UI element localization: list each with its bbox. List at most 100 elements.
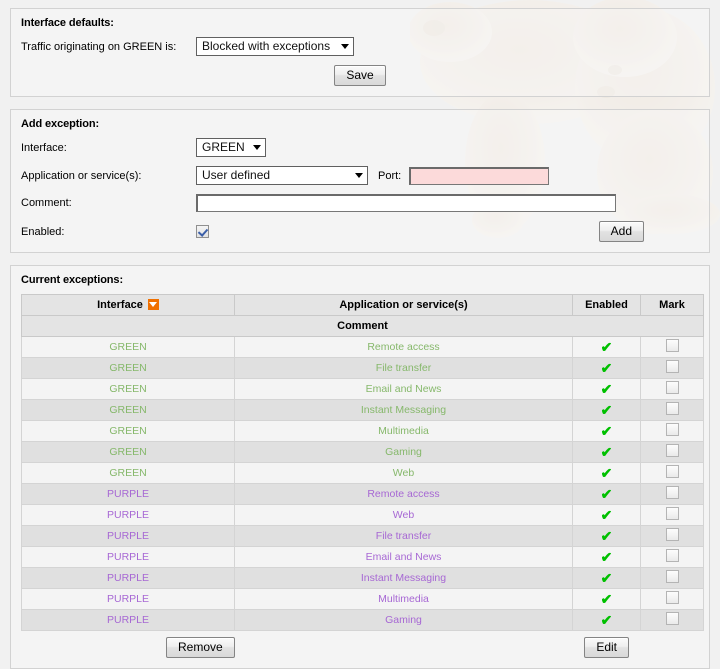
interface-value: GREEN [109, 383, 146, 395]
interface-select[interactable]: GREEN [196, 138, 266, 157]
cell-mark[interactable] [641, 463, 704, 484]
comment-input[interactable] [196, 194, 616, 212]
remove-button[interactable]: Remove [166, 637, 235, 658]
cell-mark[interactable] [641, 484, 704, 505]
cell-enabled[interactable]: ✔ [573, 358, 641, 379]
table-row[interactable]: GREEN Email and News ✔ [22, 379, 704, 400]
table-row[interactable]: PURPLEWeb✔ [22, 505, 704, 526]
interface-value: GREEN [109, 341, 146, 353]
cell-mark[interactable] [641, 358, 704, 379]
cell-enabled[interactable]: ✔ [573, 526, 641, 547]
mark-checkbox[interactable] [666, 549, 679, 562]
cell-mark[interactable] [641, 400, 704, 421]
table-row[interactable]: GREENInstant Messaging✔ [22, 400, 704, 421]
check-icon: ✔ [601, 340, 613, 354]
column-header-application[interactable]: Application or service(s) [235, 295, 573, 316]
mark-checkbox[interactable] [666, 570, 679, 583]
cell-application: Web [235, 505, 573, 526]
current-exceptions-panel: Current exceptions: Interface Applicatio… [10, 265, 710, 669]
table-row[interactable]: GREEN Web ✔ [22, 463, 704, 484]
cell-interface: PURPLE [22, 547, 235, 568]
table-row[interactable]: GREEN Remote access ✔ [22, 337, 704, 358]
cell-enabled[interactable]: ✔ [573, 400, 641, 421]
application-value: Email and News [366, 383, 442, 395]
column-header-interface[interactable]: Interface [22, 295, 235, 316]
cell-enabled[interactable]: ✔ [573, 484, 641, 505]
sort-descending-icon[interactable] [148, 299, 159, 310]
cell-mark[interactable] [641, 379, 704, 400]
column-header-enabled[interactable]: Enabled [573, 295, 641, 316]
mark-checkbox[interactable] [666, 423, 679, 436]
table-row[interactable]: PURPLERemote access✔ [22, 484, 704, 505]
cell-enabled[interactable]: ✔ [573, 610, 641, 631]
cell-application: Email and News [235, 379, 573, 400]
cell-mark[interactable] [641, 442, 704, 463]
mark-checkbox[interactable] [666, 507, 679, 520]
cell-interface: PURPLE [22, 526, 235, 547]
mark-checkbox[interactable] [666, 591, 679, 604]
application-row: Application or service(s): User defined … [21, 166, 699, 185]
cell-enabled[interactable]: ✔ [573, 379, 641, 400]
cell-mark[interactable] [641, 421, 704, 442]
cell-application: Remote access [235, 337, 573, 358]
table-row[interactable]: GREENMultimedia✔ [22, 421, 704, 442]
enabled-checkbox[interactable] [196, 225, 209, 238]
cell-interface: GREEN [22, 337, 235, 358]
mark-checkbox[interactable] [666, 339, 679, 352]
application-value: Web [393, 509, 414, 521]
mark-checkbox[interactable] [666, 465, 679, 478]
cell-interface: GREEN [22, 379, 235, 400]
traffic-default-control: Blocked with exceptions [196, 37, 354, 56]
cell-mark[interactable] [641, 610, 704, 631]
cell-interface: GREEN [22, 463, 235, 484]
table-row[interactable]: PURPLE Email and News ✔ [22, 547, 704, 568]
mark-checkbox[interactable] [666, 381, 679, 394]
cell-enabled[interactable]: ✔ [573, 505, 641, 526]
check-icon: ✔ [601, 424, 613, 438]
cell-enabled[interactable]: ✔ [573, 589, 641, 610]
cell-enabled[interactable]: ✔ [573, 421, 641, 442]
interface-value: GREEN [109, 404, 146, 416]
exceptions-footer: Remove Edit [21, 637, 699, 658]
traffic-default-select[interactable]: Blocked with exceptions [196, 37, 354, 56]
save-button[interactable]: Save [334, 65, 385, 86]
cell-mark[interactable] [641, 589, 704, 610]
cell-mark[interactable] [641, 547, 704, 568]
cell-application: Email and News [235, 547, 573, 568]
mark-checkbox[interactable] [666, 402, 679, 415]
cell-enabled[interactable]: ✔ [573, 547, 641, 568]
table-row[interactable]: PURPLEGaming✔ [22, 610, 704, 631]
cell-enabled[interactable]: ✔ [573, 568, 641, 589]
cell-mark[interactable] [641, 337, 704, 358]
edit-button[interactable]: Edit [584, 637, 629, 658]
chevron-down-icon [341, 44, 349, 49]
table-row[interactable]: GREENGaming✔ [22, 442, 704, 463]
table-row[interactable]: PURPLEInstant Messaging✔ [22, 568, 704, 589]
cell-enabled[interactable]: ✔ [573, 463, 641, 484]
application-value: Instant Messaging [361, 572, 446, 584]
cell-enabled[interactable]: ✔ [573, 442, 641, 463]
cell-mark[interactable] [641, 505, 704, 526]
mark-checkbox[interactable] [666, 612, 679, 625]
add-button[interactable]: Add [599, 221, 644, 242]
check-icon: ✔ [601, 592, 613, 606]
cell-mark[interactable] [641, 568, 704, 589]
mark-checkbox[interactable] [666, 444, 679, 457]
check-icon: ✔ [601, 466, 613, 480]
mark-checkbox[interactable] [666, 528, 679, 541]
application-select[interactable]: User defined [196, 166, 368, 185]
column-header-mark[interactable]: Mark [641, 295, 704, 316]
cell-mark[interactable] [641, 526, 704, 547]
cell-application: Instant Messaging [235, 568, 573, 589]
mark-checkbox[interactable] [666, 360, 679, 373]
application-value: Email and News [366, 551, 442, 563]
check-icon: ✔ [601, 550, 613, 564]
mark-checkbox[interactable] [666, 486, 679, 499]
table-row[interactable]: PURPLEFile transfer✔ [22, 526, 704, 547]
port-input[interactable] [409, 167, 549, 185]
application-label: Application or service(s): [21, 170, 196, 182]
cell-enabled[interactable]: ✔ [573, 337, 641, 358]
table-row[interactable]: PURPLEMultimedia✔ [22, 589, 704, 610]
application-value: Web [393, 467, 414, 479]
table-row[interactable]: GREENFile transfer✔ [22, 358, 704, 379]
